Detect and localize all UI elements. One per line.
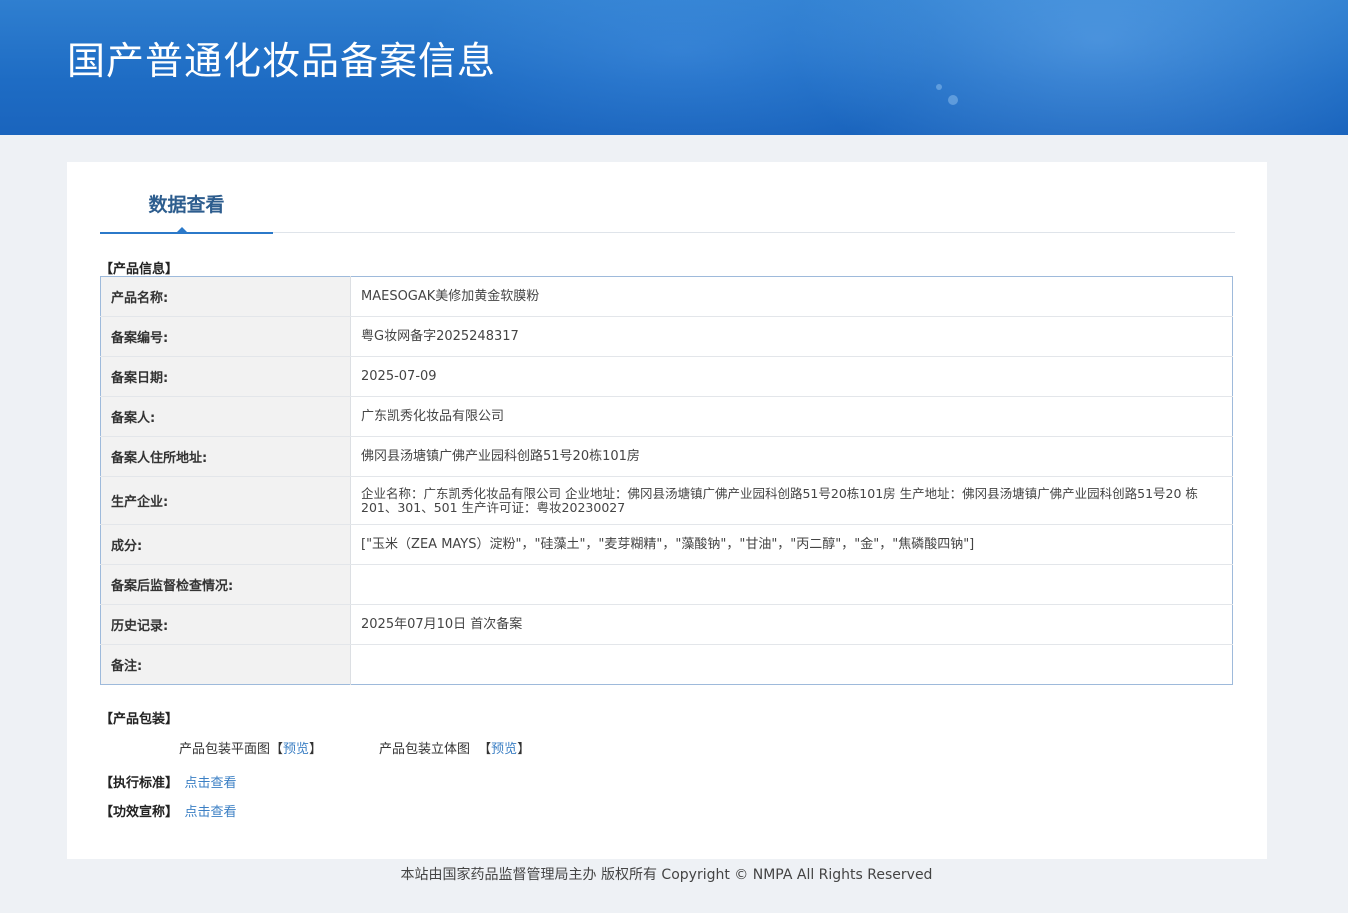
bracket: 】 [309,742,323,757]
row-label: 成分: [100,524,351,565]
tab-data-view[interactable]: 数据查看 [100,162,273,234]
efficacy-row: 【功效宣称】 点击查看 [100,801,237,820]
packaging-solid-preview-link[interactable]: 预览 [491,742,517,757]
tab-bar: 数据查看 [100,162,1235,234]
row-label: 历史记录: [100,604,351,645]
row-label: 生产企业: [100,476,351,525]
banner-dot [948,95,958,105]
packaging-flat-preview-link[interactable]: 预览 [283,742,309,757]
product-info-table: 产品名称: MAESOGAK美修加黄金软膜粉 备案编号: 粤G妆网备字20252… [100,276,1233,685]
packaging-title: 【产品包装】 [100,712,179,727]
row-label: 备案后监督检查情况: [100,564,351,605]
table-row: 生产企业: 企业名称：广东凯秀化妆品有限公司 企业地址：佛冈县汤塘镇广佛产业园科… [100,476,1233,525]
table-row: 历史记录: 2025年07月10日 首次备案 [100,604,1233,645]
row-value: 广东凯秀化妆品有限公司 [350,396,1233,437]
efficacy-title: 【功效宣称】 [100,805,179,820]
packaging-flat-row: 产品包装平面图【预览】 [179,738,322,757]
table-row: 备案人住所地址: 佛冈县汤塘镇广佛产业园科创路51号20栋101房 [100,436,1233,477]
standard-row: 【执行标准】 点击查看 [100,772,237,791]
banner-dot [936,84,942,90]
table-row: 备案日期: 2025-07-09 [100,356,1233,397]
bracket: 【 [270,742,284,757]
row-value: ["玉米（ZEA MAYS）淀粉"，"硅藻土"，"麦芽糊精"，"藻酸钠"，"甘油… [350,524,1233,565]
table-row: 成分: ["玉米（ZEA MAYS）淀粉"，"硅藻土"，"麦芽糊精"，"藻酸钠"… [100,524,1233,565]
header-banner: 国产普通化妆品备案信息 [0,0,1348,135]
row-label: 备案人: [100,396,351,437]
banner-glow [788,0,1348,135]
row-value: 企业名称：广东凯秀化妆品有限公司 企业地址：佛冈县汤塘镇广佛产业园科创路51号2… [350,476,1233,525]
packaging-flat-label: 产品包装平面图 [179,742,271,757]
row-value: 2025-07-09 [350,356,1233,397]
row-value [350,564,1233,605]
row-value: MAESOGAK美修加黄金软膜粉 [350,276,1233,317]
page-title: 国产普通化妆品备案信息 [67,39,497,83]
row-value: 粤G妆网备字2025248317 [350,316,1233,357]
tab-label: 数据查看 [148,194,225,216]
table-row: 备注: [100,644,1233,685]
packaging-solid-row: 产品包装立体图 【预览】 [379,738,530,757]
banner-glow [420,0,940,135]
table-row: 备案后监督检查情况: [100,564,1233,605]
row-value: 2025年07月10日 首次备案 [350,604,1233,645]
row-value: 佛冈县汤塘镇广佛产业园科创路51号20栋101房 [350,436,1233,477]
row-label: 产品名称: [100,276,351,317]
table-row: 备案人: 广东凯秀化妆品有限公司 [100,396,1233,437]
bracket: 【 [478,742,492,757]
efficacy-view-link[interactable]: 点击查看 [185,805,237,820]
row-label: 备案人住所地址: [100,436,351,477]
footer-copyright: 本站由国家药品监督管理局主办 版权所有 Copyright © NMPA All… [400,867,933,883]
standard-view-link[interactable]: 点击查看 [185,776,237,791]
table-row: 产品名称: MAESOGAK美修加黄金软膜粉 [100,276,1233,317]
row-label: 备注: [100,644,351,685]
product-info-title: 【产品信息】 [100,262,179,277]
row-label: 备案日期: [100,356,351,397]
standard-title: 【执行标准】 [100,776,179,791]
table-row: 备案编号: 粤G妆网备字2025248317 [100,316,1233,357]
tab-active-indicator [176,227,188,233]
bracket: 】 [517,742,531,757]
row-label: 备案编号: [100,316,351,357]
row-value [351,645,1233,685]
content-panel: 数据查看 【产品信息】 产品名称: MAESOGAK美修加黄金软膜粉 备案编号:… [67,162,1267,859]
packaging-solid-label: 产品包装立体图 [379,742,471,757]
